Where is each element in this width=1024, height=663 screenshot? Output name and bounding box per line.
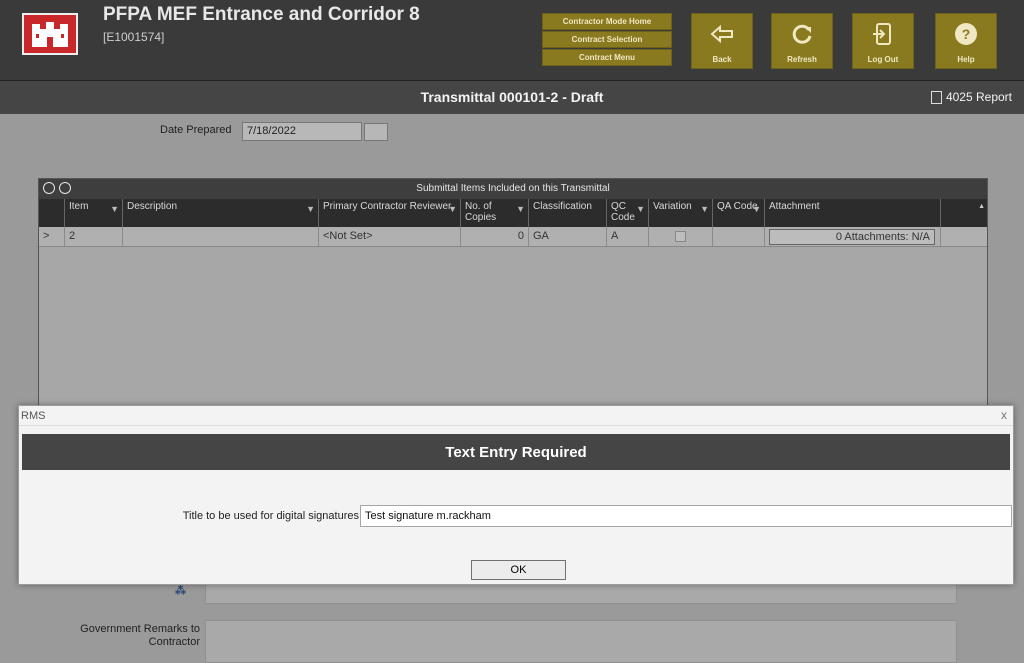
variation-checkbox[interactable] [675,231,686,242]
signature-title-input[interactable] [360,505,1012,527]
column-header-qa-code[interactable]: QA Code ▼ [713,199,765,227]
selector-column-header [39,199,65,227]
refresh-button[interactable]: Refresh [771,13,833,69]
column-header-copies[interactable]: No. of Copies ▼ [461,199,529,227]
back-button[interactable]: Back [691,13,753,69]
cell-reviewer[interactable]: <Not Set> [319,227,461,246]
contractor-mode-home-button[interactable]: Contractor Mode Home [542,13,672,30]
report-document-icon [930,90,942,104]
contract-menu-button[interactable]: Contract Menu [542,49,672,66]
lower-form-field[interactable] [205,584,957,604]
filter-icon[interactable]: ▼ [448,204,457,215]
calendar-icon[interactable] [364,123,388,141]
project-id: [E1001574] [103,30,165,44]
grid-header-row: Item ▼ Description ▼ Primary Contractor Re… [39,199,987,227]
page-title: Transmittal 000101-2 - Draft [420,89,604,105]
column-header-item[interactable]: Item ▼ [65,199,123,227]
dialog-window-title: RMS [21,410,46,422]
government-remarks-label: Government Remarks to Contractor [80,623,200,648]
help-label: Help [957,55,975,64]
logout-label: Log Out [867,55,899,64]
report-link[interactable]: 4025 Report [930,90,1012,104]
scroll-up-arrow-icon[interactable]: ▲ [978,203,985,210]
column-header-classification[interactable]: Classification [529,199,607,227]
logout-icon [873,23,891,45]
refresh-label: Refresh [787,55,817,64]
report-label: 4025 Report [945,90,1012,104]
text-entry-dialog: RMS x Text Entry Required Title to be us… [18,405,1014,585]
cell-variation[interactable] [649,227,713,246]
ok-button[interactable]: OK [471,560,566,580]
column-header-description[interactable]: Description ▼ [123,199,319,227]
help-button[interactable]: ? Help [935,13,997,69]
usace-castle-logo [22,13,78,55]
refresh-icon [792,24,812,44]
cell-classification[interactable]: GA [529,227,607,246]
filter-icon[interactable]: ▼ [752,204,761,215]
cell-qa-code[interactable] [713,227,765,246]
attachments-button[interactable]: 0 Attachments: N/A [769,229,935,245]
cell-copies[interactable]: 0 [461,227,529,246]
column-header-reviewer[interactable]: Primary Contractor Reviewer ▼ [319,199,461,227]
filter-icon[interactable]: ▼ [516,204,525,215]
svg-text:?: ? [962,26,971,42]
column-header-variation[interactable]: Variation ▼ [649,199,713,227]
column-header-qc-code[interactable]: QC Code ▼ [607,199,649,227]
project-title: PFPA MEF Entrance and Corridor 8 [103,4,420,25]
people-icon: ⁂ [175,585,186,597]
close-icon[interactable]: x [1001,408,1007,422]
castle-icon [32,22,68,47]
grid-caption: Submittal Items Included on this Transmi… [416,183,610,194]
date-prepared-field[interactable]: 7/18/2022 [242,122,362,141]
grid-caption-bar: Submittal Items Included on this Transmi… [39,179,987,199]
cell-qc-code[interactable]: A [607,227,649,246]
logout-button[interactable]: Log Out [852,13,914,69]
government-remarks-field[interactable] [205,620,957,663]
cell-attachment: 0 Attachments: N/A [765,227,941,246]
back-label: Back [712,55,732,64]
back-arrow-icon [710,24,733,44]
cell-description[interactable] [123,227,319,246]
page-title-bar: Transmittal 000101-2 - Draft 4025 Report [0,80,1024,114]
filter-icon[interactable]: ▼ [110,204,119,215]
filter-icon[interactable]: ▼ [306,204,315,215]
row-selector[interactable]: > [39,227,65,246]
app-header: PFPA MEF Entrance and Corridor 8 [E10015… [0,0,1024,80]
help-icon: ? [955,23,977,45]
contract-selection-button[interactable]: Contract Selection [542,31,672,48]
dialog-heading: Text Entry Required [22,434,1010,470]
signature-title-label: Title to be used for digital signatures [182,510,359,522]
column-header-attachment[interactable]: Attachment [765,199,941,227]
mode-button-stack: Contractor Mode Home Contract Selection … [542,13,672,67]
date-prepared-label: Date Prepared [160,124,232,136]
filter-icon[interactable]: ▼ [700,204,709,215]
cell-item[interactable]: 2 [65,227,123,246]
dialog-titlebar: RMS x [19,406,1013,426]
table-row[interactable]: > 2 <Not Set> 0 GA A 0 Attachments: N/A [39,227,987,247]
filter-icon[interactable]: ▼ [636,204,645,215]
